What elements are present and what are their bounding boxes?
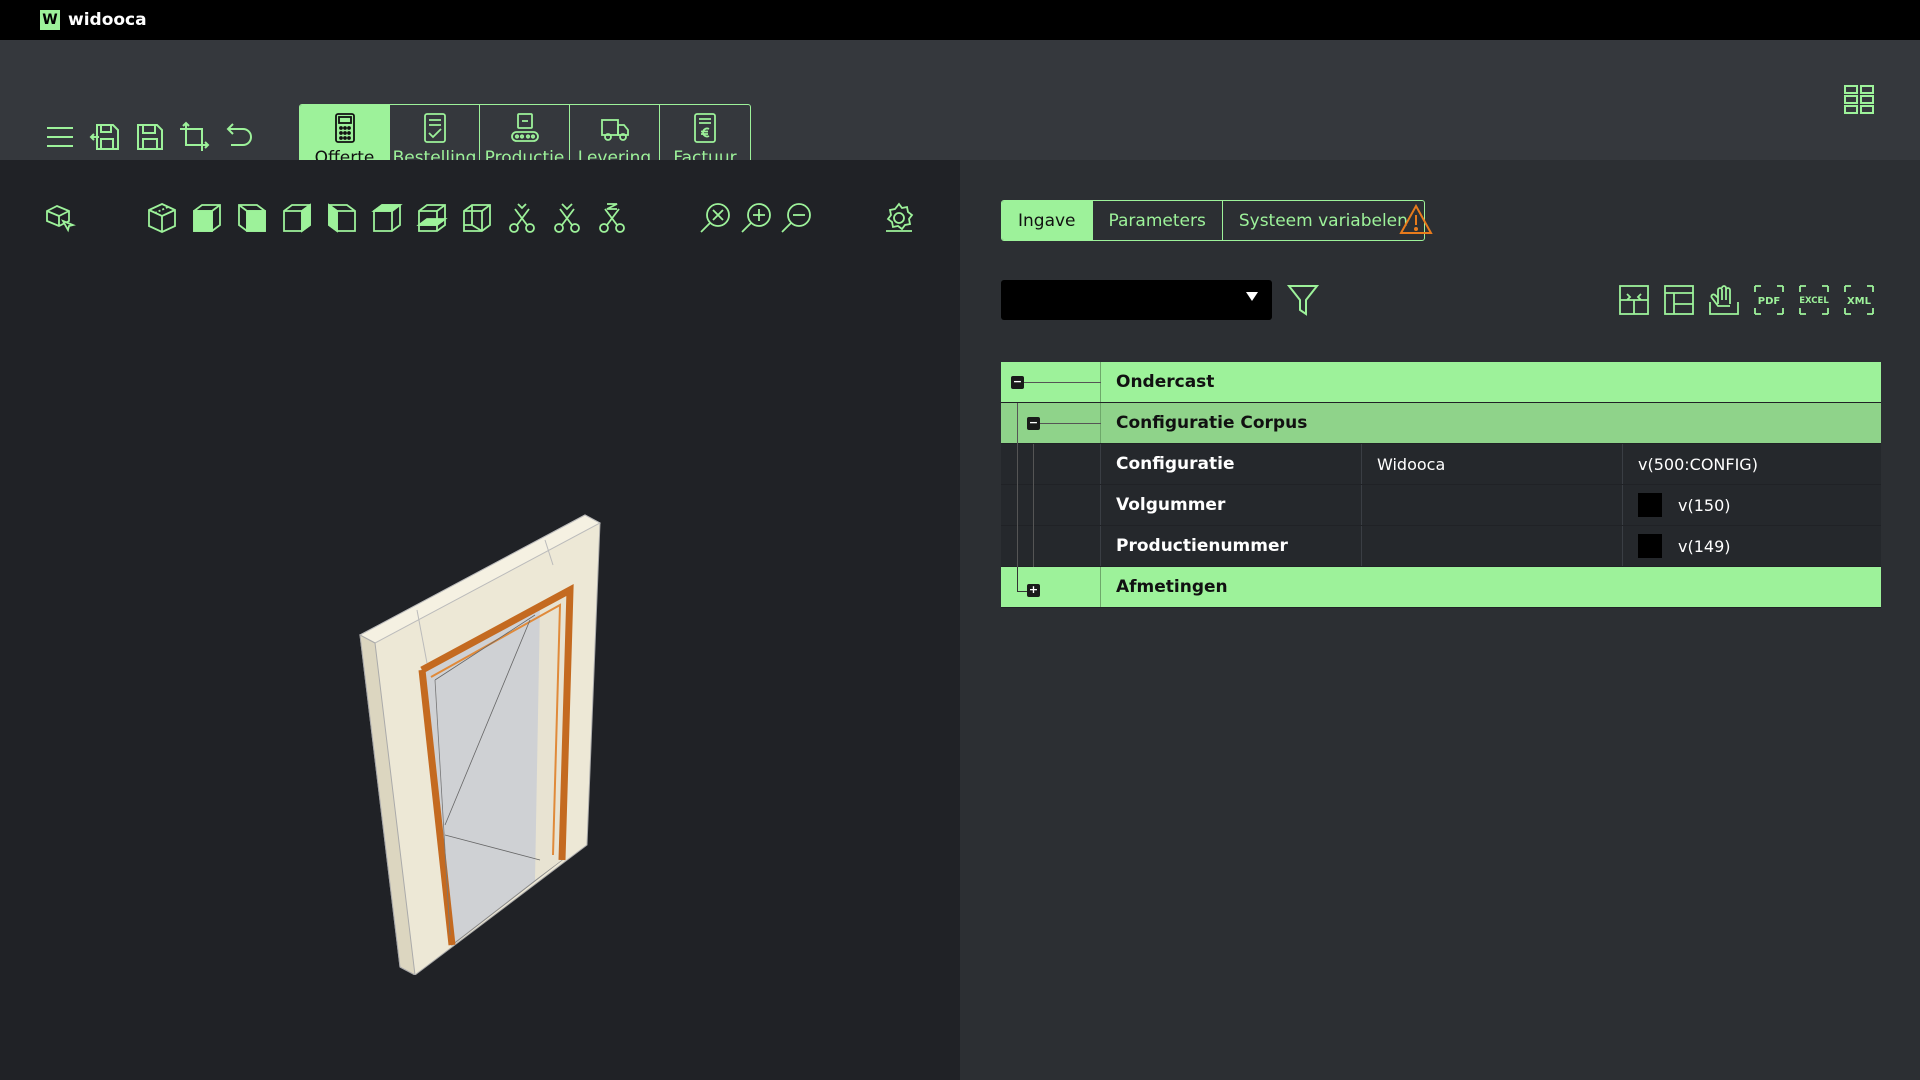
tab-parameters[interactable]: Parameters [1093, 201, 1223, 240]
tree-group-ondercast[interactable]: − Ondercast [1001, 362, 1881, 403]
tree-group-afmetingen[interactable]: + Afmetingen [1001, 567, 1881, 608]
table-row[interactable]: Configuratie Widooca v(500:CONFIG) [1001, 444, 1881, 485]
config-select[interactable] [1001, 280, 1272, 320]
hand-stop-icon[interactable] [1706, 282, 1742, 318]
select-icon[interactable] [42, 200, 78, 236]
row-value[interactable] [1362, 485, 1623, 525]
pdf-label: PDF [1758, 296, 1780, 307]
cut-z-icon[interactable] [594, 200, 630, 236]
save-as-icon[interactable] [88, 120, 122, 154]
main-toolbar: Offerte Bestelling Productie Levering Fa… [0, 40, 1920, 176]
cut-y-icon[interactable] [549, 200, 585, 236]
bottom-view-icon[interactable] [369, 200, 405, 236]
zoom-in-icon[interactable] [739, 200, 775, 236]
left-view-icon[interactable] [234, 200, 270, 236]
row-variable: v(149) [1678, 536, 1731, 556]
grid-view-icon[interactable] [1843, 83, 1875, 115]
checklist-icon [423, 113, 446, 143]
row-name: Volgummer [1101, 485, 1362, 525]
table-row[interactable]: Productienummer v(149) [1001, 526, 1881, 567]
iso-view-icon[interactable] [144, 200, 180, 236]
cut-x-icon[interactable] [504, 200, 540, 236]
tree-group-label: Afmetingen [1116, 577, 1228, 597]
panels-icon[interactable] [1661, 282, 1697, 318]
collapse-icon[interactable]: − [1027, 417, 1040, 430]
row-variable-cell: v(149) [1623, 526, 1881, 566]
chevron-down-icon [1246, 292, 1258, 301]
conveyor-icon [510, 113, 539, 142]
panel-tabs: Ingave Parameters Systeem variabelen [1001, 200, 1425, 241]
row-value[interactable]: Widooca [1362, 444, 1623, 484]
tab-systeem-variabelen[interactable]: Systeem variabelen [1223, 201, 1424, 240]
row-variable-cell: v(150) [1623, 485, 1881, 525]
door-3d-model[interactable] [355, 505, 615, 975]
invoice-icon [694, 113, 716, 143]
tree-group-configuratie-corpus[interactable]: − Configuratie Corpus [1001, 403, 1881, 444]
undo-icon[interactable] [222, 120, 256, 154]
color-swatch[interactable] [1638, 493, 1662, 517]
right-view-icon[interactable] [279, 200, 315, 236]
xml-icon[interactable]: XML [1841, 282, 1877, 318]
settings-icon[interactable] [881, 200, 917, 236]
row-name: Configuratie [1101, 444, 1362, 484]
input-tree: − Ondercast − Configuratie Corpus Config… [1001, 362, 1881, 608]
filter-icon[interactable] [1286, 282, 1320, 318]
front-view-icon[interactable] [189, 200, 225, 236]
excel-icon[interactable]: EXCEL [1796, 282, 1832, 318]
row-name: Productienummer [1101, 526, 1362, 566]
zoom-out-icon[interactable] [779, 200, 815, 236]
title-bar: W widooca [0, 0, 1920, 40]
tree-group-label: Configuratie Corpus [1116, 413, 1308, 433]
pdf-icon[interactable]: PDF [1751, 282, 1787, 318]
table-row[interactable]: Volgummer v(150) [1001, 485, 1881, 526]
row-variable: v(150) [1678, 495, 1731, 515]
tree-group-label: Ondercast [1116, 372, 1215, 392]
xml-label: XML [1847, 296, 1872, 307]
back-view-icon[interactable] [414, 200, 450, 236]
tab-ingave[interactable]: Ingave [1002, 201, 1093, 240]
expand-icon[interactable]: + [1027, 584, 1040, 597]
row-value[interactable] [1362, 526, 1623, 566]
menu-icon[interactable] [43, 120, 77, 154]
truck-icon [600, 119, 629, 141]
calculator-icon [334, 113, 355, 143]
top-view-icon[interactable] [324, 200, 360, 236]
row-variable: v(500:CONFIG) [1638, 454, 1758, 474]
excel-label: EXCEL [1799, 296, 1829, 306]
save-icon[interactable] [133, 120, 167, 154]
warning-icon[interactable] [1398, 202, 1434, 238]
color-swatch[interactable] [1638, 534, 1662, 558]
layout-icon[interactable] [1616, 282, 1652, 318]
app-logo: W [40, 10, 60, 30]
collapse-icon[interactable]: − [1011, 376, 1024, 389]
wireframe-view-icon[interactable] [459, 200, 495, 236]
zoom-fit-icon[interactable] [698, 200, 734, 236]
app-title: widooca [68, 10, 147, 30]
crop-icon[interactable] [177, 120, 211, 154]
